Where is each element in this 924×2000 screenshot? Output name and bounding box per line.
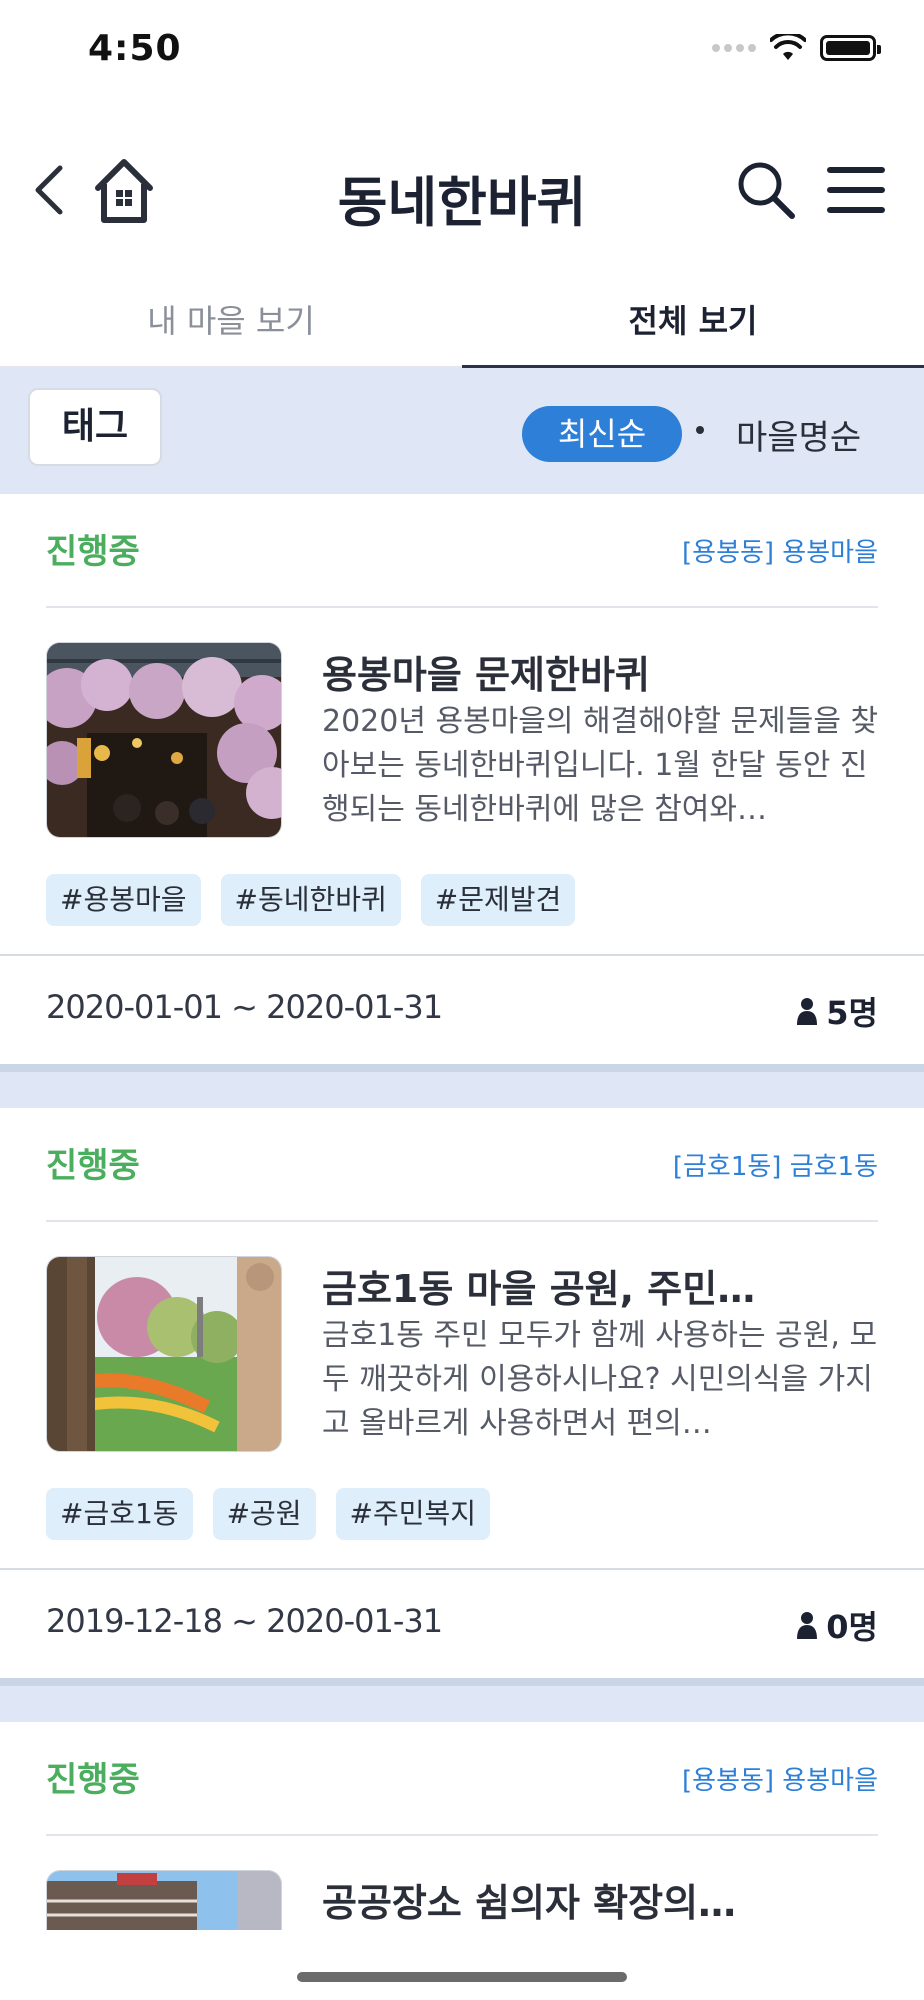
member-count: 5명 bbox=[796, 988, 878, 1034]
wifi-icon bbox=[770, 34, 806, 60]
card-title: 용봉마을 문제한바퀴 bbox=[322, 653, 650, 697]
nav-bar: 동네한바퀴 bbox=[0, 140, 924, 240]
divider bbox=[0, 954, 924, 956]
card-separator bbox=[0, 1064, 924, 1108]
card-thumbnail[interactable] bbox=[46, 642, 282, 838]
divider bbox=[0, 1568, 924, 1570]
divider bbox=[46, 606, 878, 608]
sort-village-name-button[interactable]: 마을명순 bbox=[736, 410, 861, 459]
card-description: 2020년 용봉마을의 해결해야할 문제들을 찾아보는 동네한바퀴입니다. 1월… bbox=[322, 704, 879, 827]
tab-all[interactable]: 전체 보기 bbox=[462, 280, 924, 368]
tour-card[interactable]: 진행중 [금호1동] 금호1동 금호1동 마을 공원, 주민… 금호1동 주민 … bbox=[0, 1108, 924, 1678]
status-time: 4:50 bbox=[88, 28, 182, 69]
date-range: 2019-12-18 ~ 2020-01-31 bbox=[46, 1602, 443, 1640]
tag-list: #용봉마을 #동네한바퀴 #문제발견 bbox=[46, 874, 576, 926]
status-badge: 진행중 bbox=[46, 1760, 140, 1800]
tag-chip[interactable]: #주민복지 bbox=[335, 1488, 491, 1540]
member-count-label: 0명 bbox=[826, 1608, 878, 1646]
card-thumbnail[interactable] bbox=[46, 1256, 282, 1452]
view-tabs: 내 마을 보기 전체 보기 bbox=[0, 280, 924, 368]
date-range: 2020-01-01 ~ 2020-01-31 bbox=[46, 988, 443, 1026]
member-count: 0명 bbox=[796, 1602, 878, 1648]
search-icon[interactable] bbox=[734, 158, 798, 222]
home-indicator[interactable] bbox=[297, 1972, 627, 1982]
battery-icon bbox=[820, 35, 881, 61]
tour-card[interactable]: 진행중 [용봉동] 용봉마을 용봉마을 문제한바퀴 2020년 용봉마을의 해결… bbox=[0, 494, 924, 1064]
tag-chip[interactable]: #문제발견 bbox=[420, 874, 576, 926]
sort-separator bbox=[696, 426, 704, 434]
person-icon bbox=[797, 998, 818, 1025]
status-badge: 진행중 bbox=[46, 1146, 140, 1186]
divider bbox=[46, 1834, 878, 1836]
hamburger-menu-icon[interactable] bbox=[826, 162, 886, 218]
tag-filter-button[interactable]: 태그 bbox=[28, 388, 162, 466]
filter-bar: 태그 최신순 마을명순 bbox=[0, 368, 924, 494]
tag-chip[interactable]: #동네한바퀴 bbox=[220, 874, 401, 926]
divider bbox=[46, 1220, 878, 1222]
person-icon bbox=[797, 1612, 818, 1639]
tag-chip[interactable]: #금호1동 bbox=[46, 1488, 193, 1540]
tag-chip[interactable]: #공원 bbox=[212, 1488, 316, 1540]
card-title: 공공장소 쉼의자 확장의… bbox=[322, 1881, 737, 1925]
status-badge: 진행중 bbox=[46, 532, 140, 572]
region-label: [용봉동] 용봉마을 bbox=[682, 538, 878, 568]
cellular-signal-icon bbox=[712, 44, 756, 52]
region-label: [용봉동] 용봉마을 bbox=[682, 1766, 878, 1796]
status-bar: 4:50 bbox=[0, 0, 924, 100]
sort-latest-button[interactable]: 최신순 bbox=[522, 406, 682, 462]
region-label: [금호1동] 금호1동 bbox=[672, 1152, 878, 1182]
card-description: 금호1동 주민 모두가 함께 사용하는 공원, 모두 깨끗하게 이용하시나요? … bbox=[322, 1318, 878, 1441]
tag-list: #금호1동 #공원 #주민복지 bbox=[46, 1488, 491, 1540]
card-title: 금호1동 마을 공원, 주민… bbox=[322, 1267, 756, 1311]
member-count-label: 5명 bbox=[826, 994, 878, 1032]
status-icons bbox=[712, 34, 881, 62]
card-thumbnail[interactable] bbox=[46, 1870, 282, 1930]
tab-my-village[interactable]: 내 마을 보기 bbox=[0, 280, 462, 366]
card-separator bbox=[0, 1678, 924, 1722]
tag-chip[interactable]: #용봉마을 bbox=[46, 874, 201, 926]
tour-card[interactable]: 진행중 [용봉동] 용봉마을 공공장소 쉼의자 확장의… bbox=[0, 1722, 924, 2000]
